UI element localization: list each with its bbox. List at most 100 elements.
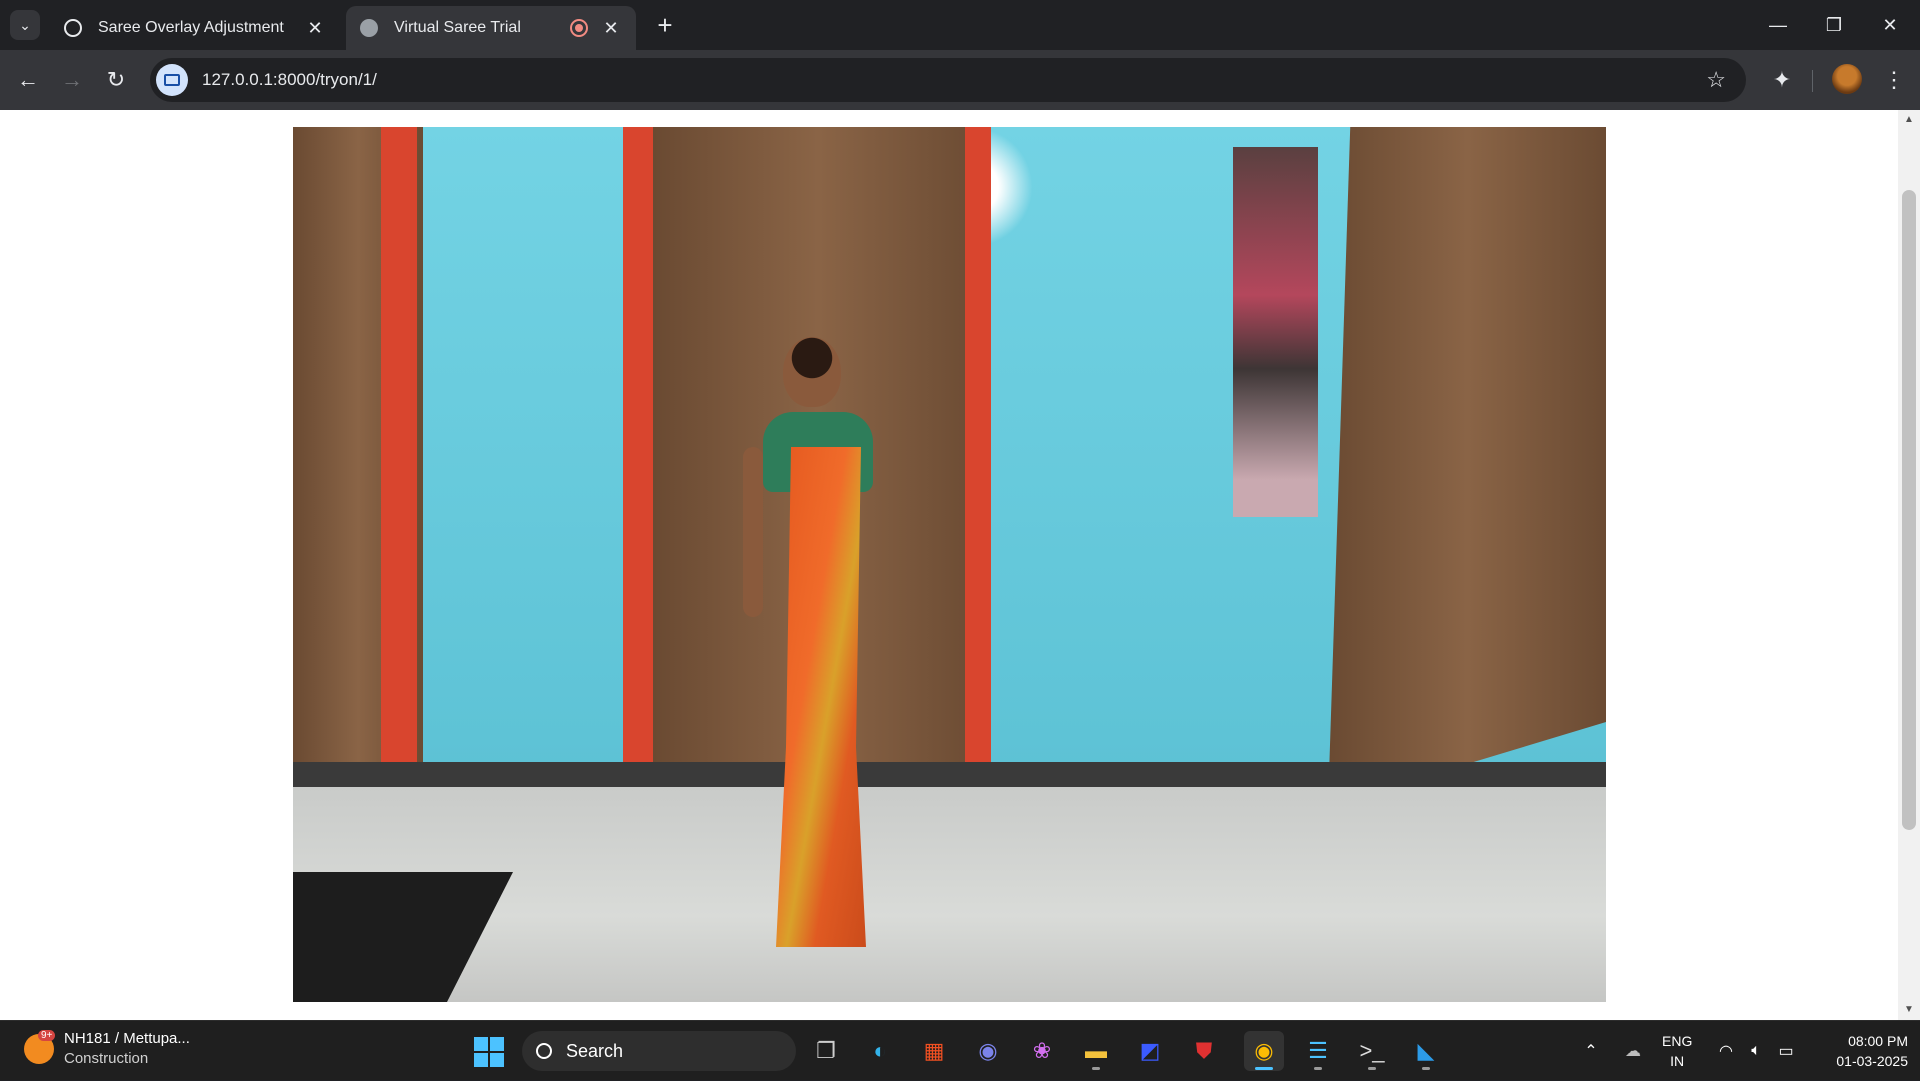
person-head bbox=[783, 337, 841, 407]
browser-menu-button[interactable]: ⋮ bbox=[1878, 64, 1910, 96]
profile-avatar[interactable] bbox=[1832, 64, 1862, 94]
new-tab-button[interactable]: + bbox=[650, 10, 680, 40]
scroll-up-arrow-icon[interactable]: ▲ bbox=[1903, 114, 1915, 126]
tab-search-button[interactable]: ⌄ bbox=[10, 10, 40, 40]
tray-overflow-button[interactable]: ⌃ bbox=[1576, 1021, 1606, 1081]
person-with-saree-overlay bbox=[733, 337, 893, 957]
address-bar[interactable]: 127.0.0.1:8000/tryon/1/ ☆ bbox=[150, 58, 1746, 102]
photos-app[interactable]: ◣ bbox=[1406, 1031, 1446, 1071]
terminal-app[interactable]: >_ bbox=[1352, 1031, 1392, 1071]
tab-virtual-saree-trial[interactable]: Virtual Saree Trial ✕ bbox=[346, 6, 636, 50]
edge-app[interactable]: ◐ bbox=[860, 1031, 900, 1071]
scene-door-frame bbox=[965, 127, 991, 777]
arrow-left-icon: ← bbox=[17, 67, 39, 92]
scene-door-right bbox=[1328, 127, 1606, 806]
more-vertical-icon: ⋮ bbox=[1883, 67, 1905, 92]
camera-icon bbox=[164, 74, 180, 86]
tab-strip: ⌄ Saree Overlay Adjustment ✕ Virtual Sar… bbox=[0, 0, 1920, 50]
cloud-icon: ☁ bbox=[1625, 1043, 1641, 1060]
notepad-app[interactable]: ☰ bbox=[1298, 1031, 1338, 1071]
start-button[interactable] bbox=[474, 1037, 504, 1067]
running-indicator bbox=[1368, 1067, 1376, 1070]
volume-icon: 🔈︎ bbox=[1751, 1042, 1761, 1059]
tab-saree-overlay-adjustment[interactable]: Saree Overlay Adjustment ✕ bbox=[50, 6, 340, 50]
scroll-down-arrow-icon[interactable]: ▼ bbox=[1903, 1004, 1915, 1016]
wifi-tray[interactable]: ◠ bbox=[1712, 1021, 1740, 1081]
camera-video-feed bbox=[293, 127, 1606, 1002]
file-explorer-app[interactable]: ▬ bbox=[1076, 1031, 1116, 1071]
teams-app[interactable]: ◉ bbox=[968, 1031, 1008, 1071]
scroll-thumb[interactable] bbox=[1902, 190, 1916, 830]
taskbar-search[interactable]: Search bbox=[522, 1031, 796, 1071]
clock-date: 01-03-2025 bbox=[1836, 1053, 1908, 1069]
weather-widget[interactable]: 9+ NH181 / Mettupa... Construction bbox=[24, 1029, 190, 1069]
scene-door-frame bbox=[381, 127, 417, 827]
page-scrollbar[interactable]: ▲ ▼ bbox=[1898, 110, 1920, 1020]
minimize-icon: — bbox=[1769, 14, 1787, 35]
saree-overlay bbox=[776, 447, 866, 947]
toolbar-divider bbox=[1812, 70, 1813, 92]
app-icon: ◩ bbox=[1139, 1038, 1161, 1063]
language-indicator[interactable]: ENG IN bbox=[1662, 1031, 1692, 1071]
chrome-app[interactable]: ◉ bbox=[1244, 1031, 1284, 1071]
close-icon: ✕ bbox=[1882, 14, 1898, 35]
task-view-icon: ❐ bbox=[816, 1038, 836, 1063]
traffic-alert-icon: 9+ bbox=[24, 1030, 56, 1064]
url-text[interactable]: 127.0.0.1:8000/tryon/1/ bbox=[202, 70, 377, 90]
back-button[interactable]: ← bbox=[12, 64, 44, 96]
globe-favicon-icon bbox=[360, 19, 378, 37]
edge-icon: ◐ bbox=[873, 1038, 887, 1063]
tab-close-icon[interactable]: ✕ bbox=[304, 17, 326, 39]
notification-badge: 9+ bbox=[38, 1030, 56, 1041]
copilot-app[interactable]: ❀ bbox=[1022, 1031, 1062, 1071]
plus-icon: + bbox=[657, 9, 673, 40]
running-indicator bbox=[1422, 1067, 1430, 1070]
restore-button[interactable]: ❐ bbox=[1806, 0, 1862, 50]
volume-tray[interactable]: 🔈︎ bbox=[1742, 1021, 1770, 1081]
chrome-icon: ◉ bbox=[1254, 1038, 1274, 1063]
site-info-button[interactable] bbox=[156, 64, 188, 96]
extensions-button[interactable]: ✦ bbox=[1766, 64, 1798, 96]
minimize-button[interactable]: — bbox=[1750, 0, 1806, 50]
weather-title: NH181 / Mettupa... bbox=[64, 1030, 190, 1047]
weather-subtitle: Construction bbox=[64, 1050, 149, 1067]
terminal-icon: >_ bbox=[1359, 1038, 1385, 1063]
windows-logo-icon bbox=[490, 1053, 504, 1067]
reload-button[interactable]: ↻ bbox=[100, 64, 132, 96]
system-clock[interactable]: 08:00 PM 01-03-2025 bbox=[1812, 1031, 1908, 1071]
person-arm bbox=[743, 447, 763, 617]
scene-door-frame bbox=[623, 127, 653, 777]
battery-tray[interactable]: ▭ bbox=[1772, 1021, 1800, 1081]
onedrive-tray[interactable]: ☁ bbox=[1618, 1021, 1648, 1081]
task-view-button[interactable]: ❐ bbox=[806, 1031, 846, 1071]
search-icon bbox=[536, 1043, 552, 1059]
region-code: IN bbox=[1670, 1053, 1685, 1069]
photos-icon: ◣ bbox=[1417, 1038, 1435, 1063]
bookmark-star-icon[interactable]: ☆ bbox=[1706, 67, 1726, 93]
tab-title: Virtual Saree Trial bbox=[394, 19, 521, 36]
window-close-button[interactable]: ✕ bbox=[1862, 0, 1918, 50]
store-app[interactable]: ▦ bbox=[914, 1031, 954, 1071]
notepad-icon: ☰ bbox=[1308, 1038, 1328, 1063]
reload-icon: ↻ bbox=[106, 67, 126, 92]
clock-time: 08:00 PM bbox=[1848, 1033, 1908, 1049]
arrow-right-icon: → bbox=[61, 67, 83, 92]
windows-taskbar: 9+ NH181 / Mettupa... Construction Searc… bbox=[0, 1020, 1920, 1080]
wifi-icon: ◠ bbox=[1719, 1043, 1733, 1060]
language-code: ENG bbox=[1662, 1033, 1693, 1049]
tab-title: Saree Overlay Adjustment bbox=[98, 19, 284, 36]
windows-logo-icon bbox=[490, 1037, 504, 1051]
page-viewport: ▲ ▼ bbox=[0, 110, 1920, 1020]
vscode-like-app[interactable]: ◩ bbox=[1130, 1031, 1170, 1071]
mcafee-app[interactable]: ⛊ bbox=[1184, 1031, 1224, 1071]
recording-indicator-icon bbox=[570, 19, 588, 37]
search-label: Search bbox=[566, 1040, 624, 1061]
openai-favicon-icon bbox=[64, 19, 82, 37]
browser-toolbar: ← → ↻ 127.0.0.1:8000/tryon/1/ ☆ ✦ ⋮ bbox=[0, 50, 1920, 110]
puzzle-icon: ✦ bbox=[1772, 67, 1792, 92]
restore-icon: ❐ bbox=[1825, 14, 1843, 35]
forward-button[interactable]: → bbox=[56, 64, 88, 96]
tab-close-icon[interactable]: ✕ bbox=[600, 17, 622, 39]
running-indicator bbox=[1314, 1067, 1322, 1070]
chevron-up-icon: ⌃ bbox=[1584, 1043, 1598, 1060]
